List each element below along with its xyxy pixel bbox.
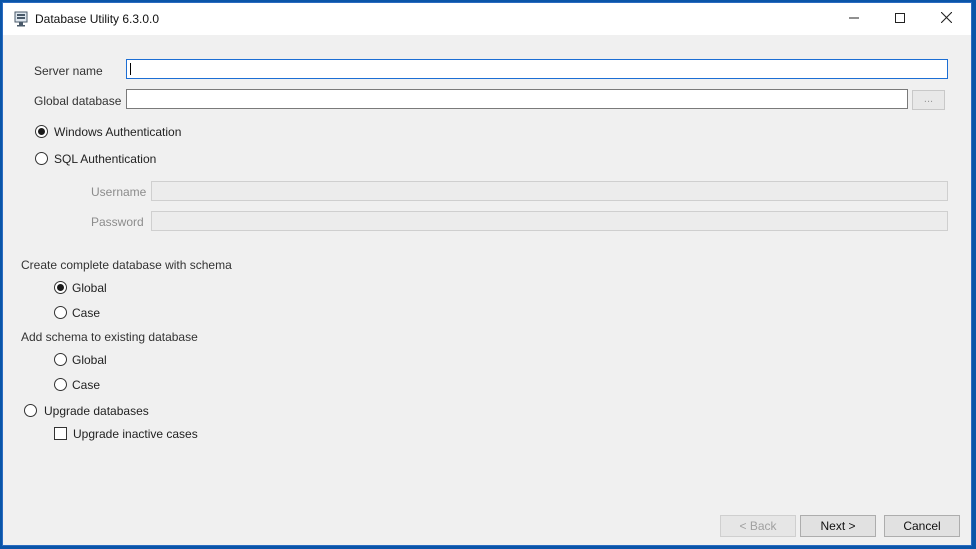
upgrade-inactive-checkbox[interactable]	[54, 427, 67, 440]
create-case-label: Case	[72, 306, 101, 320]
browse-button[interactable]: ...	[912, 90, 945, 110]
upgrade-databases-label: Upgrade databases	[44, 404, 149, 418]
close-icon	[940, 11, 952, 26]
back-button[interactable]: < Back	[720, 515, 796, 537]
title-bar: Database Utility 6.3.0.0	[3, 3, 971, 35]
windows-auth-radio[interactable]	[35, 125, 48, 138]
password-label: Password	[91, 215, 144, 229]
maximize-icon	[895, 12, 905, 26]
username-label: Username	[91, 185, 147, 199]
cancel-button[interactable]: Cancel	[884, 515, 960, 537]
add-case-label: Case	[72, 378, 101, 392]
add-section-heading: Add schema to existing database	[21, 330, 198, 344]
username-input[interactable]	[151, 181, 948, 201]
sql-auth-label: SQL Authentication	[54, 152, 157, 166]
create-global-radio[interactable]	[54, 281, 67, 294]
windows-auth-label: Windows Authentication	[54, 125, 182, 139]
global-database-input[interactable]	[126, 89, 908, 109]
global-database-label: Global database	[34, 94, 122, 108]
minimize-button[interactable]	[831, 3, 877, 35]
sql-auth-radio[interactable]	[35, 152, 48, 165]
add-global-radio[interactable]	[54, 353, 67, 366]
database-utility-window: Database Utility 6.3.0.0 Server name Glo…	[2, 2, 972, 546]
create-global-label: Global	[72, 281, 107, 295]
server-name-label: Server name	[34, 64, 103, 78]
add-case-radio[interactable]	[54, 378, 67, 391]
upgrade-inactive-label: Upgrade inactive cases	[73, 427, 198, 441]
add-global-label: Global	[72, 353, 107, 367]
create-case-radio[interactable]	[54, 306, 67, 319]
close-button[interactable]	[923, 3, 969, 35]
maximize-button[interactable]	[877, 3, 923, 35]
next-button[interactable]: Next >	[800, 515, 876, 537]
password-input[interactable]	[151, 211, 948, 231]
create-section-heading: Create complete database with schema	[21, 258, 232, 272]
database-app-icon	[14, 11, 28, 27]
text-caret	[130, 63, 131, 75]
window-title: Database Utility 6.3.0.0	[35, 12, 160, 26]
server-name-input[interactable]	[126, 59, 948, 79]
minimize-icon	[849, 12, 859, 26]
upgrade-databases-radio[interactable]	[24, 404, 37, 417]
